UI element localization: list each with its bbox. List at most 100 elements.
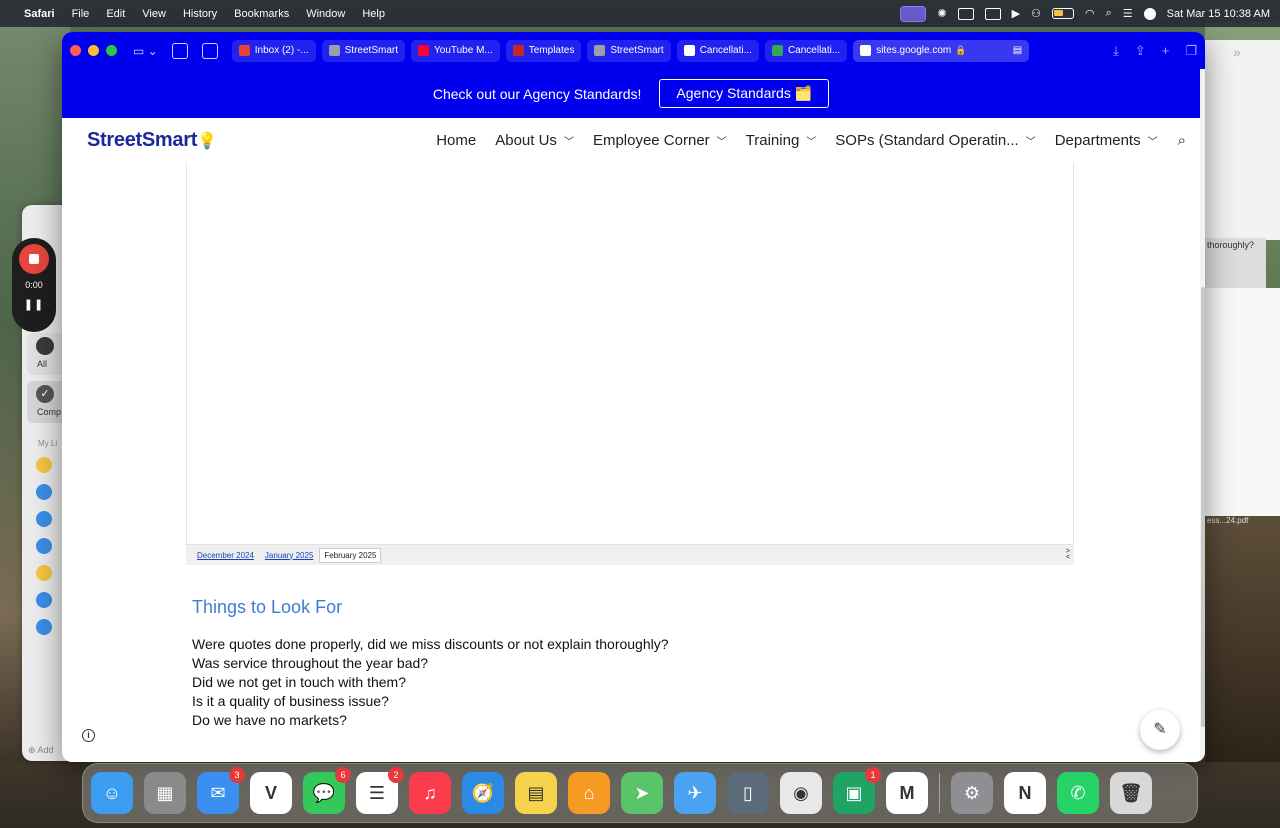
screen-mirroring-icon[interactable] (900, 5, 927, 22)
spotlight-search-icon[interactable]: ⌕ (1106, 7, 1112, 20)
play-icon[interactable]: ▶ (1012, 7, 1020, 20)
dock-system-settings-icon[interactable]: ⚙ (951, 772, 993, 814)
close-tab-icon[interactable] (860, 45, 872, 56)
nav-employee-corner[interactable]: Employee Corner ﹀ (593, 132, 727, 149)
tab-youtube-music[interactable]: YouTube M... (411, 39, 500, 62)
dock-gmail-icon[interactable]: M (886, 772, 928, 814)
dock-vectorworks-icon[interactable]: V (250, 772, 292, 814)
templates-icon (512, 45, 524, 56)
siri-icon[interactable] (1143, 7, 1156, 20)
dock-testflight-icon[interactable]: ✈ (674, 772, 716, 814)
tab-gmail[interactable]: Inbox (2) -... (231, 39, 316, 62)
new-tab-icon[interactable]: + (1162, 43, 1170, 59)
notification-badge: 3 (229, 767, 245, 783)
menu-window[interactable]: Window (306, 8, 345, 20)
dock-mail-icon[interactable]: ✉ 3 (197, 767, 245, 814)
display-icon[interactable] (984, 7, 1001, 20)
pause-icon[interactable]: ❚❚ (24, 298, 44, 311)
control-center-icon[interactable]: ☰ (1123, 7, 1133, 20)
menu-bookmarks[interactable]: Bookmarks (234, 8, 289, 20)
dock-messages-icon[interactable]: 💬 6 (303, 767, 351, 814)
menu-edit[interactable]: Edit (106, 8, 125, 20)
sheet-tab-february-2025[interactable]: February 2025 (319, 547, 382, 563)
menu-clock[interactable]: Sat Mar 15 10:38 AM (1167, 8, 1270, 20)
dock-chrome-icon[interactable]: ◉ (780, 772, 822, 814)
user-sharing-icon[interactable]: ⚇ (1031, 7, 1041, 20)
window-controls (70, 45, 117, 56)
reminders-all-label: All (37, 359, 48, 369)
dock-whatsapp-icon[interactable]: ✆ (1057, 772, 1099, 814)
sidebar-icon[interactable]: ▭ ⌄ (133, 44, 158, 58)
background-window-text: thoroughly? (1205, 238, 1266, 288)
dock-iphone-mirroring-icon[interactable]: ▯ (727, 772, 769, 814)
dock-finder-icon[interactable]: ☺ (91, 772, 133, 814)
chevron-down-icon: ﹀ (806, 136, 817, 148)
list-icon[interactable] (36, 565, 52, 581)
embedded-spreadsheet[interactable] (186, 162, 1074, 564)
chevron-down-icon: ﹀ (1025, 136, 1036, 148)
add-list-button[interactable]: ⊕ Add (28, 745, 54, 756)
search-icon[interactable]: ⌕ (1178, 132, 1186, 149)
tab-cancellation-doc[interactable]: Cancellati... (676, 39, 759, 62)
sheet-tab-december-2024[interactable]: December 2024 (197, 551, 254, 560)
notification-badge: 6 (335, 767, 351, 783)
sheet-scroll-arrows[interactable]: > < (1066, 548, 1070, 561)
nav-about-us[interactable]: About Us ﹀ (495, 132, 574, 149)
dock-launchpad-icon[interactable]: ▦ (144, 772, 186, 814)
dock-trash-icon[interactable]: 🗑 (1110, 772, 1152, 814)
nav-training[interactable]: Training ﹀ (746, 132, 817, 149)
tabs-overview-icon[interactable]: ❐ (1185, 43, 1197, 59)
menu-file[interactable]: File (72, 8, 90, 20)
desktop-file-label[interactable]: ess...24.pdf (1205, 516, 1280, 530)
document-icon (683, 45, 695, 56)
chevron-right-icon[interactable]: » (1233, 44, 1241, 60)
tab-streetsmart[interactable]: StreetSmart (321, 39, 405, 62)
stop-recording-button[interactable] (19, 244, 49, 274)
gear-status-icon[interactable]: ✺ (937, 7, 946, 20)
window-status-icon[interactable] (957, 7, 974, 20)
page-scrollbar-thumb[interactable] (1201, 287, 1205, 727)
tab-templates[interactable]: Templates (505, 39, 582, 62)
wifi-icon[interactable]: ◠ (1085, 7, 1095, 20)
edit-pencil-button[interactable]: ✎ (1140, 710, 1180, 750)
list-icon[interactable] (36, 619, 52, 635)
menu-help[interactable]: Help (362, 8, 385, 20)
zoom-window-button[interactable] (106, 45, 117, 56)
address-bar-url[interactable]: sites.google.com (876, 45, 951, 56)
sheet-tab-january-2025[interactable]: January 2025 (265, 551, 313, 560)
tab-cancellation-sheet[interactable]: Cancellati... (764, 39, 848, 62)
nav-sops[interactable]: SOPs (Standard Operatin... ﹀ (835, 132, 1035, 149)
list-icon[interactable] (36, 457, 52, 473)
share-icon[interactable]: ⇪ (1135, 43, 1146, 59)
reminders-completed-label: Comp (37, 407, 62, 417)
close-window-button[interactable] (70, 45, 81, 56)
list-icon[interactable] (36, 592, 52, 608)
dock-google-chat-icon[interactable]: ▣ 1 (833, 767, 881, 814)
tab-streetsmart-2[interactable]: StreetSmart (587, 39, 671, 62)
dock-news-icon[interactable]: N (1004, 772, 1046, 814)
reader-icon[interactable]: ▤ (1013, 45, 1022, 56)
dock-notes-icon[interactable]: ▤ (515, 772, 557, 814)
download-icon[interactable]: ⤓ (1113, 43, 1119, 59)
tab-active-address[interactable]: sites.google.com 🔒 ▤ (853, 39, 1030, 62)
tab-overview-icon[interactable] (201, 42, 218, 59)
extension-icon[interactable] (171, 42, 188, 59)
list-icon[interactable] (36, 511, 52, 527)
list-icon[interactable] (36, 538, 52, 554)
site-logo[interactable]: StreetSmart💡 (87, 129, 217, 152)
menu-app-name[interactable]: Safari (24, 8, 55, 20)
menu-history[interactable]: History (183, 8, 217, 20)
dock-reminders-icon[interactable]: ☰ 2 (356, 767, 404, 814)
list-icon[interactable] (36, 484, 52, 500)
dock-home-icon[interactable]: ⌂ (568, 772, 610, 814)
info-icon[interactable]: i (82, 729, 95, 742)
dock-maps-icon[interactable]: ➤ (621, 772, 663, 814)
nav-home[interactable]: Home (436, 132, 476, 149)
battery-icon[interactable] (1052, 8, 1074, 19)
agency-standards-button[interactable]: Agency Standards 🗂️ (659, 79, 830, 108)
dock-safari-icon[interactable]: 🧭 (462, 772, 504, 814)
nav-departments[interactable]: Departments ﹀ (1055, 132, 1158, 149)
minimize-window-button[interactable] (88, 45, 99, 56)
dock-music-icon[interactable]: ♫ (409, 772, 451, 814)
menu-view[interactable]: View (142, 8, 166, 20)
